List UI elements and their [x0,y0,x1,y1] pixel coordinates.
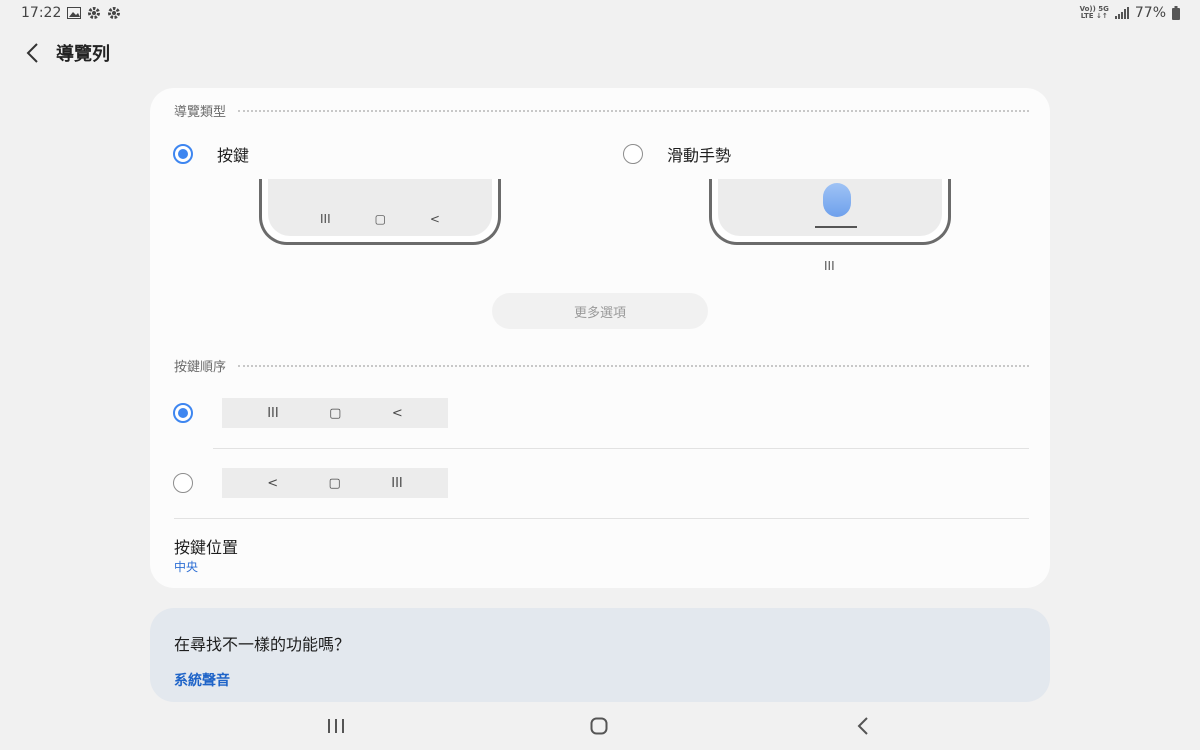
back-icon: < [267,475,279,491]
home-icon [590,717,608,735]
back-icon: < [429,212,440,226]
settings-card: 導覽類型 按鍵 III ▢ < 滑動手勢 III 更多選項 按鍵順序 III ▢… [150,88,1050,588]
divider [174,518,1029,519]
radio-button-unselected[interactable] [623,144,643,164]
gesture-bubble-icon [823,183,851,217]
button-position-value: 中央 [174,560,199,574]
recents-icon: III [319,212,331,226]
back-icon: < [391,405,403,421]
suggestion-card: 在尋找不一樣的功能嗎？ 系統聲音 [150,608,1050,702]
divider [213,448,1029,449]
nav-option-gestures[interactable]: 滑動手勢 [623,142,731,166]
nav-type-section-header: 導覽類型 [174,101,1029,120]
battery-percent: 77% [1134,5,1166,21]
recents-icon [328,719,344,733]
system-sounds-link[interactable]: 系統聲音 [174,670,230,690]
back-icon [857,717,868,735]
gesture-bar-icon [815,226,857,228]
recents-button[interactable] [306,706,366,746]
home-button[interactable] [569,706,629,746]
gestures-preview[interactable] [709,179,951,245]
home-icon: ▢ [328,475,341,491]
order-preview-bar: < ▢ III [222,468,448,498]
radio-button-selected[interactable] [173,403,193,423]
section-divider [238,364,1029,367]
back-button[interactable] [833,706,893,746]
button-order-option-2[interactable]: < ▢ III [173,468,448,498]
button-position-title[interactable]: 按鍵位置 [174,534,238,558]
chevron-left-icon [26,43,38,63]
radio-button-selected[interactable] [173,144,193,164]
preview-nav-buttons: III ▢ < [268,212,492,226]
volte-icon: Vo)) 5G LTE ↓↑ [1080,6,1109,20]
section-divider [238,109,1029,112]
home-icon: ▢ [374,212,386,226]
recents-icon: III [267,405,279,421]
nav-option-buttons-label: 按鍵 [217,146,250,165]
signal-icon [1114,7,1129,19]
preview-screen [718,179,942,236]
preview-screen: III ▢ < [268,179,492,236]
status-bar: 17:22 Vo)) 5G LTE ↓↑ 77% [0,0,1200,26]
more-options-button[interactable]: 更多選項 [492,293,708,329]
order-preview-bar: III ▢ < [222,398,448,428]
status-time: 17:22 [21,5,62,21]
system-nav-bar [0,706,1200,746]
radio-button-unselected[interactable] [173,473,193,493]
suggestion-title: 在尋找不一樣的功能嗎？ [174,635,351,654]
home-icon: ▢ [329,405,342,421]
button-order-section-header: 按鍵順序 [174,356,1029,375]
recents-icon: III [391,475,403,491]
nav-type-section-label: 導覽類型 [174,105,227,120]
battery-icon [1172,6,1180,20]
buttons-preview[interactable]: III ▢ < [259,179,501,245]
net-bottom-text: LTE ↓↑ [1080,12,1108,20]
page-title: 導覽列 [56,44,110,65]
gear-icon [107,6,121,20]
nav-option-gestures-label: 滑動手勢 [667,146,732,165]
app-header: 導覽列 [0,34,600,72]
nav-option-buttons[interactable]: 按鍵 [173,142,249,166]
button-order-option-1[interactable]: III ▢ < [173,398,448,428]
gesture-hint-icon: III [824,259,835,273]
button-order-section-label: 按鍵順序 [174,360,227,375]
status-right: Vo)) 5G LTE ↓↑ 77% [1080,5,1180,21]
back-button[interactable] [10,34,54,72]
gear-icon [87,6,101,20]
gallery-icon [67,7,82,19]
status-left: 17:22 [21,5,121,21]
